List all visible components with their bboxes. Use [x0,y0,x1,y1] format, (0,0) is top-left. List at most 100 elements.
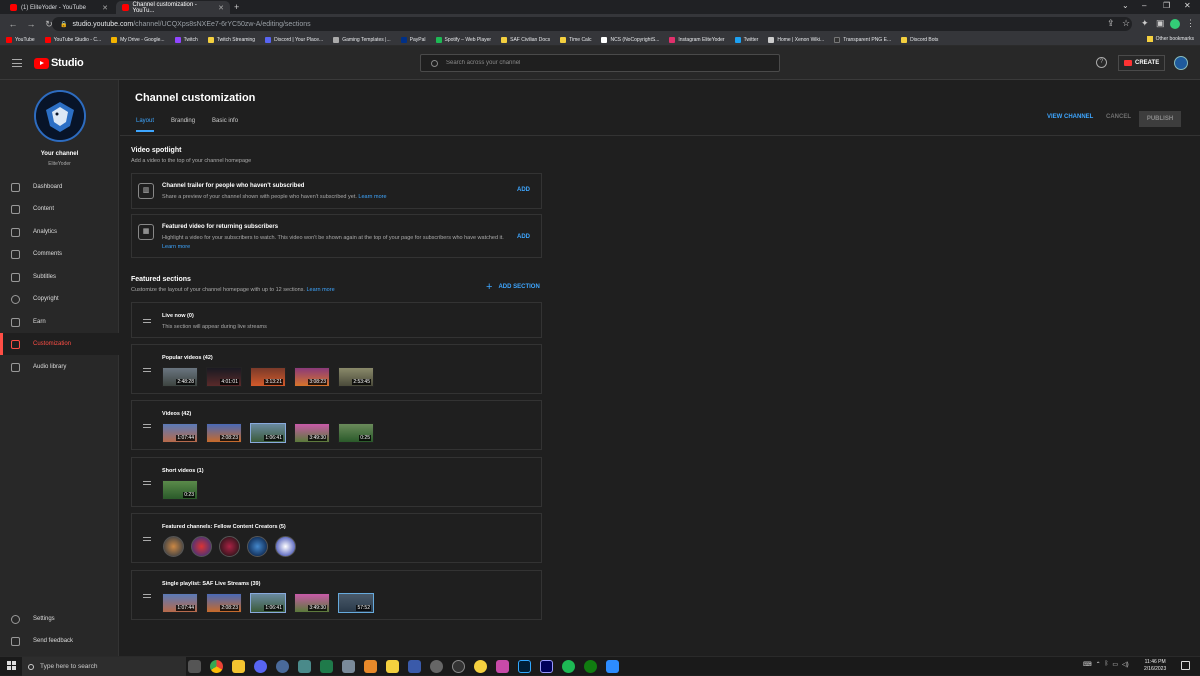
maximize-icon[interactable]: ❐ [1163,1,1170,10]
sticky-notes-icon[interactable] [386,660,399,673]
video-thumbnail[interactable]: 4:01:01 [206,367,242,387]
app-icon[interactable] [364,660,377,673]
app-icon[interactable] [474,660,487,673]
avatar[interactable] [247,536,268,557]
avatar[interactable] [163,536,184,557]
bookmark-item[interactable]: PayPal [400,36,426,43]
studio-logo[interactable]: Studio [34,57,84,69]
video-thumbnail[interactable]: 2:53:45 [338,367,374,387]
create-button[interactable]: CREATE [1118,55,1166,71]
extensions-icon[interactable]: ✦ [1141,18,1149,29]
avatar[interactable] [275,536,296,557]
video-thumbnail[interactable]: 3:13:21 [250,367,286,387]
taskbar-clock[interactable]: 11:46 PM 2/16/2023 [1144,659,1166,673]
bookmark-item[interactable]: YouTube [6,36,35,43]
windows-start-icon[interactable] [7,661,16,670]
view-channel-button[interactable]: VIEW CHANNEL [1047,114,1093,120]
bookmark-item[interactable]: Gaming Templates |... [333,36,391,43]
video-thumbnail[interactable]: 2:48:28 [162,367,198,387]
bookmark-item[interactable]: Transparent PNG E... [834,36,891,43]
notifications-icon[interactable] [1181,661,1190,670]
video-thumbnail[interactable]: 0:23 [162,480,198,500]
avatar[interactable] [1174,56,1188,70]
tab-layout[interactable]: Layout [136,118,155,132]
sidebar-item-send-feedback[interactable]: Send feedback [0,630,119,652]
sidebar-item-dashboard[interactable]: Dashboard [0,176,119,198]
close-tab-icon[interactable]: ✕ [218,4,224,12]
section-card-videos[interactable]: Videos (42) 1:07:44 2:08:23 1:06:41 3:49… [131,400,542,450]
spotify-icon[interactable] [562,660,575,673]
bookmark-item[interactable]: Discord | Your Place... [265,36,323,43]
learn-more-link[interactable]: Learn more [162,244,190,250]
drag-handle-icon[interactable] [143,424,151,428]
sidebar-item-copyright[interactable]: Copyright [0,288,119,310]
bookmark-item[interactable]: Instagram EliteYoder [669,36,725,43]
sidebar-item-content[interactable]: Content [0,198,119,220]
video-thumbnail[interactable]: 2:08:23 [206,593,242,613]
file-explorer-icon[interactable] [232,660,245,673]
publish-button[interactable]: PUBLISH [1139,111,1181,127]
bookmark-item[interactable]: Time Calc [560,36,591,43]
forward-icon[interactable]: → [26,19,36,29]
help-icon[interactable]: ? [1096,57,1107,68]
drag-handle-icon[interactable] [143,319,151,323]
app-icon[interactable] [298,660,311,673]
bookmark-item[interactable]: Twitch [174,36,198,43]
drag-handle-icon[interactable] [143,368,151,372]
sidebar-item-customization[interactable]: Customization [0,333,119,355]
section-card-live-now[interactable]: Live now (0) This section will appear du… [131,302,542,338]
drag-handle-icon[interactable] [143,481,151,485]
other-bookmarks[interactable]: Other bookmarks [1146,36,1194,42]
browser-tab[interactable]: (1) EliteYoder - YouTube ✕ [4,1,114,14]
sidebar-item-earn[interactable]: Earn [0,311,119,333]
profile-icon[interactable] [1170,19,1180,29]
avatar[interactable] [219,536,240,557]
search-input[interactable] [446,60,746,66]
app-icon[interactable] [496,660,509,673]
video-thumbnail[interactable]: 0:25 [338,423,374,443]
learn-more-link[interactable]: Learn more [358,194,386,200]
back-icon[interactable]: ← [8,19,18,29]
section-card-popular-videos[interactable]: Popular videos (42) 2:48:28 4:01:01 3:13… [131,344,542,394]
sidebar-item-analytics[interactable]: Analytics [0,221,119,243]
tab-search-icon[interactable]: ⌄ [1122,1,1129,10]
photoshop-icon[interactable] [518,660,531,673]
task-view-icon[interactable] [188,660,201,673]
chrome-icon[interactable] [210,660,223,673]
zoom-icon[interactable] [606,660,619,673]
network-icon[interactable]: ▭ [1112,661,1118,668]
discord-icon[interactable] [254,660,267,673]
sidepanel-icon[interactable]: ▣ [1156,18,1165,29]
sidebar-item-audio-library[interactable]: Audio library [0,356,119,378]
video-thumbnail[interactable]: 1:07:44 [162,593,198,613]
share-icon[interactable]: ⇪ [1107,18,1115,29]
video-thumbnail[interactable]: 2:08:23 [206,423,242,443]
obs-icon[interactable] [452,660,465,673]
section-card-short-videos[interactable]: Short videos (1) 0:23 [131,457,542,507]
add-section-button[interactable]: + ADD SECTION [486,281,540,293]
video-thumbnail[interactable]: 1:07:44 [162,423,198,443]
bookmark-item[interactable]: Home | Xenon Wiki... [768,36,824,43]
cancel-button[interactable]: CANCEL [1106,114,1131,120]
add-featured-button[interactable]: ADD [517,234,530,240]
section-card-featured-channels[interactable]: Featured channels: Fellow Content Creato… [131,513,542,563]
xbox-icon[interactable] [584,660,597,673]
tab-basic-info[interactable]: Basic info [212,118,238,132]
drag-handle-icon[interactable] [143,594,151,598]
bookmark-item[interactable]: YouTube Studio - C... [44,36,101,43]
drag-handle-icon[interactable] [143,537,151,541]
excel-icon[interactable] [320,660,333,673]
add-trailer-button[interactable]: ADD [517,187,530,193]
address-bar[interactable]: 🔒 studio.youtube.com/channel/UCQXps8sNXE… [52,17,1132,31]
volume-icon[interactable]: ◁) [1122,661,1129,668]
bluetooth-icon[interactable]: ᛒ [1105,661,1109,668]
steam-icon[interactable] [276,660,289,673]
bookmark-item[interactable]: NCS (NoCopyrightS... [601,36,659,43]
sidebar-item-comments[interactable]: Comments [0,243,119,265]
menu-kebab-icon[interactable]: ⋮ [1186,18,1195,29]
bookmark-item[interactable]: Spotify – Web Player [435,36,491,43]
video-thumbnail[interactable]: 1:06:41 [250,593,286,613]
channel-avatar[interactable] [34,90,86,142]
bookmark-item[interactable]: SAF Civilian Docs [501,36,550,43]
video-thumbnail[interactable]: 3:08:23 [294,367,330,387]
